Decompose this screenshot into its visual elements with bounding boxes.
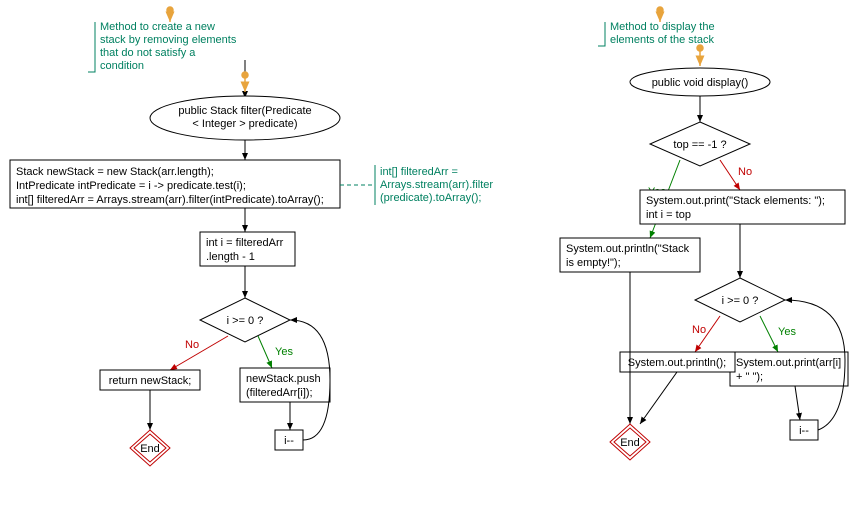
left-side-comment: int[] filteredArr = Arrays.stream(arr).f… [375, 165, 493, 205]
svg-text:Method to create a new: Method to create a new [100, 21, 215, 33]
svg-text:condition: condition [100, 60, 144, 72]
svg-text:public Stack filter(Predicate: public Stack filter(Predicate [178, 105, 311, 117]
right-flowchart: Method to display the elements of the st… [560, 10, 848, 460]
right-end: End [610, 424, 650, 460]
svg-text:i >= 0 ?: i >= 0 ? [722, 295, 759, 307]
svg-text:End: End [140, 443, 160, 455]
svg-text:elements of the stack: elements of the stack [610, 34, 714, 46]
svg-text:System.out.print("Stack elemen: System.out.print("Stack elements: "); [646, 195, 825, 207]
svg-text:< Integer > predicate): < Integer > predicate) [192, 118, 297, 130]
svg-text:i--: i-- [284, 435, 294, 447]
svg-text:top == -1 ?: top == -1 ? [673, 139, 726, 151]
right-comment: Method to display the elements of the st… [598, 21, 715, 46]
svg-text:No: No [692, 324, 706, 336]
svg-text:(filteredArr[i]);: (filteredArr[i]); [246, 387, 313, 399]
flowchart-canvas: Method to create a new stack by removing… [0, 0, 853, 510]
left-flowchart: Method to create a new stack by removing… [10, 10, 493, 466]
svg-text:i >= 0 ?: i >= 0 ? [227, 315, 264, 327]
svg-text:(predicate).toArray();: (predicate).toArray(); [380, 192, 481, 204]
svg-text:End: End [620, 437, 640, 449]
svg-text:System.out.println("Stack: System.out.println("Stack [566, 243, 690, 255]
svg-text:No: No [185, 339, 199, 351]
svg-text:Arrays.stream(arr).filter: Arrays.stream(arr).filter [380, 179, 493, 191]
svg-text:Stack newStack = new Stack(arr: Stack newStack = new Stack(arr.length); [16, 166, 214, 178]
svg-text:System.out.print(arr[i]: System.out.print(arr[i] [736, 357, 841, 369]
svg-text:int[] filteredArr = Arrays.str: int[] filteredArr = Arrays.stream(arr).f… [16, 194, 324, 206]
svg-text:Method to display the: Method to display the [610, 21, 715, 33]
svg-text:is empty!");: is empty!"); [566, 257, 621, 269]
svg-text:Yes: Yes [275, 346, 293, 358]
svg-text:Yes: Yes [778, 326, 796, 338]
svg-text:newStack.push: newStack.push [246, 373, 321, 385]
svg-text:int i = filteredArr: int i = filteredArr [206, 237, 284, 249]
svg-text:IntPredicate intPredicate = i: IntPredicate intPredicate = i -> predica… [16, 180, 246, 192]
svg-text:System.out.println();: System.out.println(); [628, 357, 726, 369]
svg-text:.length - 1: .length - 1 [206, 251, 255, 263]
svg-text:stack by removing elements: stack by removing elements [100, 34, 237, 46]
left-end: End [130, 430, 170, 466]
svg-text:int i = top: int i = top [646, 209, 691, 221]
svg-text:No: No [738, 166, 752, 178]
svg-text:that do not satisfy a: that do not satisfy a [100, 47, 196, 59]
left-comment: Method to create a new stack by removing… [88, 21, 237, 72]
svg-text:+ " ");: + " "); [736, 371, 763, 383]
svg-text:return newStack;: return newStack; [109, 375, 192, 387]
svg-text:public void display(): public void display() [652, 77, 749, 89]
svg-text:i--: i-- [799, 425, 809, 437]
svg-text:int[] filteredArr =: int[] filteredArr = [380, 166, 458, 178]
